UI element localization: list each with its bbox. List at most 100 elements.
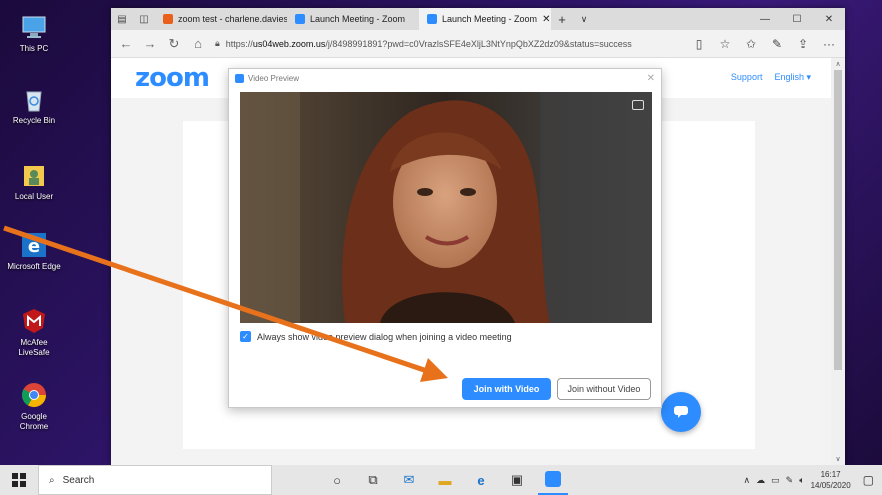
preview-option-row[interactable]: ✓ Always show video preview dialog when … (240, 331, 512, 342)
video-preview-dialog: Video Preview ✕ ✓ Always show video prev… (228, 68, 662, 408)
edge-icon: e (22, 233, 46, 257)
taskbar: ⌕ Search ○ ⧉ ✉ ▬ e ▣ ∧ ☁ ▭ ✎ 🔈︎ 16:17 14… (0, 465, 882, 495)
minimize-icon[interactable]: — (749, 8, 781, 30)
tab-bar: ▤ ◫ zoom test - charlene.davies Launch M… (111, 8, 845, 30)
desktop-icon-label: Recycle Bin (12, 116, 56, 125)
tab-label: zoom test - charlene.davies (178, 14, 287, 24)
store-icon[interactable]: ▣ (502, 465, 532, 495)
reading-view-icon[interactable]: ▯ (687, 33, 711, 55)
close-tab-icon[interactable]: ✕ (542, 14, 550, 25)
desktop-icon-label: This PC (19, 44, 49, 53)
tab-label: Launch Meeting - Zoom (310, 14, 406, 24)
camera-feed-image (240, 92, 652, 323)
windows-logo-icon (12, 473, 26, 487)
desktop-icon-edge[interactable]: e Microsoft Edge (6, 230, 62, 272)
tab-favicon (163, 14, 173, 24)
tab-favicon (427, 14, 437, 24)
scroll-up-icon[interactable]: ∧ (831, 58, 845, 70)
desktop-icon-label: Microsoft Edge (7, 262, 61, 271)
scroll-down-icon[interactable]: ∨ (831, 453, 845, 465)
desktop-icon-mcafee[interactable]: McAfee LiveSafe (6, 306, 62, 358)
url-prefix: https:// (225, 38, 253, 49)
clock[interactable]: 16:17 14/05/2020 (811, 469, 851, 491)
share-icon[interactable]: ⇪ (791, 33, 815, 55)
forward-icon[interactable]: → (139, 33, 161, 55)
more-icon[interactable]: ··· (817, 33, 841, 55)
zoom-logo[interactable]: zoom (135, 63, 210, 93)
maximize-icon[interactable]: ☐ (781, 8, 813, 30)
battery-icon[interactable]: ▭ (771, 475, 780, 486)
desktop-icon-local-user[interactable]: Local User (6, 160, 62, 202)
window-controls: — ☐ ✕ (749, 8, 845, 30)
clock-date: 14/05/2020 (810, 481, 851, 490)
search-placeholder: Search (62, 474, 95, 486)
desktop-icon-label: Local User (14, 192, 54, 201)
scrollbar-thumb[interactable] (834, 70, 842, 370)
desktop-icon-this-pc[interactable]: This PC (6, 12, 62, 54)
cortana-icon[interactable]: ○ (322, 465, 352, 495)
url-host: us04web.zoom.us (252, 38, 326, 49)
taskbar-search[interactable]: ⌕ Search (38, 465, 272, 495)
header-links: Support English ▾ (731, 72, 811, 83)
favorite-star-icon[interactable]: ☆ (713, 33, 737, 55)
edge-taskbar-icon[interactable]: e (466, 465, 496, 495)
page-scrollbar[interactable]: ∧ ∨ (831, 58, 845, 465)
taskbar-apps: ○ ⧉ ✉ ▬ e ▣ (322, 465, 568, 495)
system-tray: ∧ ☁ ▭ ✎ 🔈︎ 16:17 14/05/2020 ▢ (744, 465, 882, 495)
tab-label: Launch Meeting - Zoom (442, 14, 538, 24)
url-field[interactable]: 🔒︎ https://us04web.zoom.us/j/8498991891?… (211, 33, 685, 55)
start-button[interactable] (0, 465, 38, 495)
tab-favicon (295, 14, 305, 24)
chat-button[interactable] (661, 392, 701, 432)
zoom-taskbar-icon[interactable] (538, 465, 568, 495)
new-tab-button[interactable]: + (551, 8, 573, 30)
close-window-icon[interactable]: ✕ (813, 8, 845, 30)
back-icon[interactable]: ← (115, 33, 137, 55)
dialog-title: Video Preview (248, 73, 299, 83)
join-without-video-button[interactable]: Join without Video (557, 378, 651, 400)
desktop-icon-label: McAfee LiveSafe (18, 338, 50, 357)
join-with-video-button[interactable]: Join with Video (462, 378, 551, 400)
favorites-hub-icon[interactable]: ✩ (739, 33, 763, 55)
show-hidden-icons-icon[interactable]: ∧ (744, 475, 751, 486)
dialog-titlebar: Video Preview ✕ (229, 69, 661, 87)
language-dropdown[interactable]: English ▾ (774, 72, 811, 83)
pen-workspace-icon[interactable]: ✎ (786, 475, 794, 486)
checkbox-label: Always show video preview dialog when jo… (257, 331, 512, 342)
zoom-app-icon (235, 73, 244, 83)
mail-icon[interactable]: ✉ (394, 465, 424, 495)
chrome-icon (21, 383, 47, 408)
address-bar: ← → ↻ ⌂ 🔒︎ https://us04web.zoom.us/j/849… (111, 30, 845, 58)
onedrive-icon[interactable]: ☁ (756, 475, 765, 486)
local-user-folder-icon (24, 166, 44, 186)
url-path: /j/8498991891?pwd=c0VrazlsSFE4eXljL3NtYn… (325, 38, 632, 49)
camera-preview (240, 92, 652, 323)
task-view-icon[interactable]: ⧉ (358, 465, 388, 495)
desktop-icon-recycle-bin[interactable]: Recycle Bin (6, 84, 62, 126)
this-pc-icon (22, 16, 46, 38)
pen-icon[interactable]: ✎ (765, 33, 789, 55)
tab-preview-icon[interactable]: ◫ (133, 8, 155, 30)
tab-launch-meeting-2[interactable]: Launch Meeting - Zoom ✕ (419, 8, 551, 30)
tab-launch-meeting-1[interactable]: Launch Meeting - Zoom (287, 8, 419, 30)
desktop-icon-chrome[interactable]: Google Chrome (6, 380, 62, 432)
desktop-icon-label: Google Chrome (19, 412, 49, 431)
tab-zoom-test[interactable]: zoom test - charlene.davies (155, 8, 287, 30)
refresh-icon[interactable]: ↻ (163, 33, 185, 55)
volume-icon[interactable]: 🔈︎ (799, 475, 804, 486)
search-icon: ⌕ (49, 474, 55, 486)
recycle-bin-icon (26, 91, 42, 112)
tab-list-chevron-icon[interactable]: ∨ (573, 8, 595, 30)
tab-actions-icon[interactable]: ▤ (111, 8, 133, 30)
always-show-preview-checkbox[interactable]: ✓ (240, 331, 251, 342)
file-explorer-icon[interactable]: ▬ (430, 465, 460, 495)
home-icon[interactable]: ⌂ (187, 33, 209, 55)
chat-bubble-icon (674, 406, 688, 418)
action-center-icon[interactable]: ▢ (863, 473, 874, 487)
svg-text:e: e (28, 236, 40, 257)
lock-icon: 🔒︎ (215, 38, 220, 48)
image-settings-icon[interactable] (632, 100, 644, 110)
support-link[interactable]: Support (731, 72, 763, 83)
close-dialog-icon[interactable]: ✕ (647, 73, 655, 84)
clock-time: 16:17 (820, 470, 841, 479)
